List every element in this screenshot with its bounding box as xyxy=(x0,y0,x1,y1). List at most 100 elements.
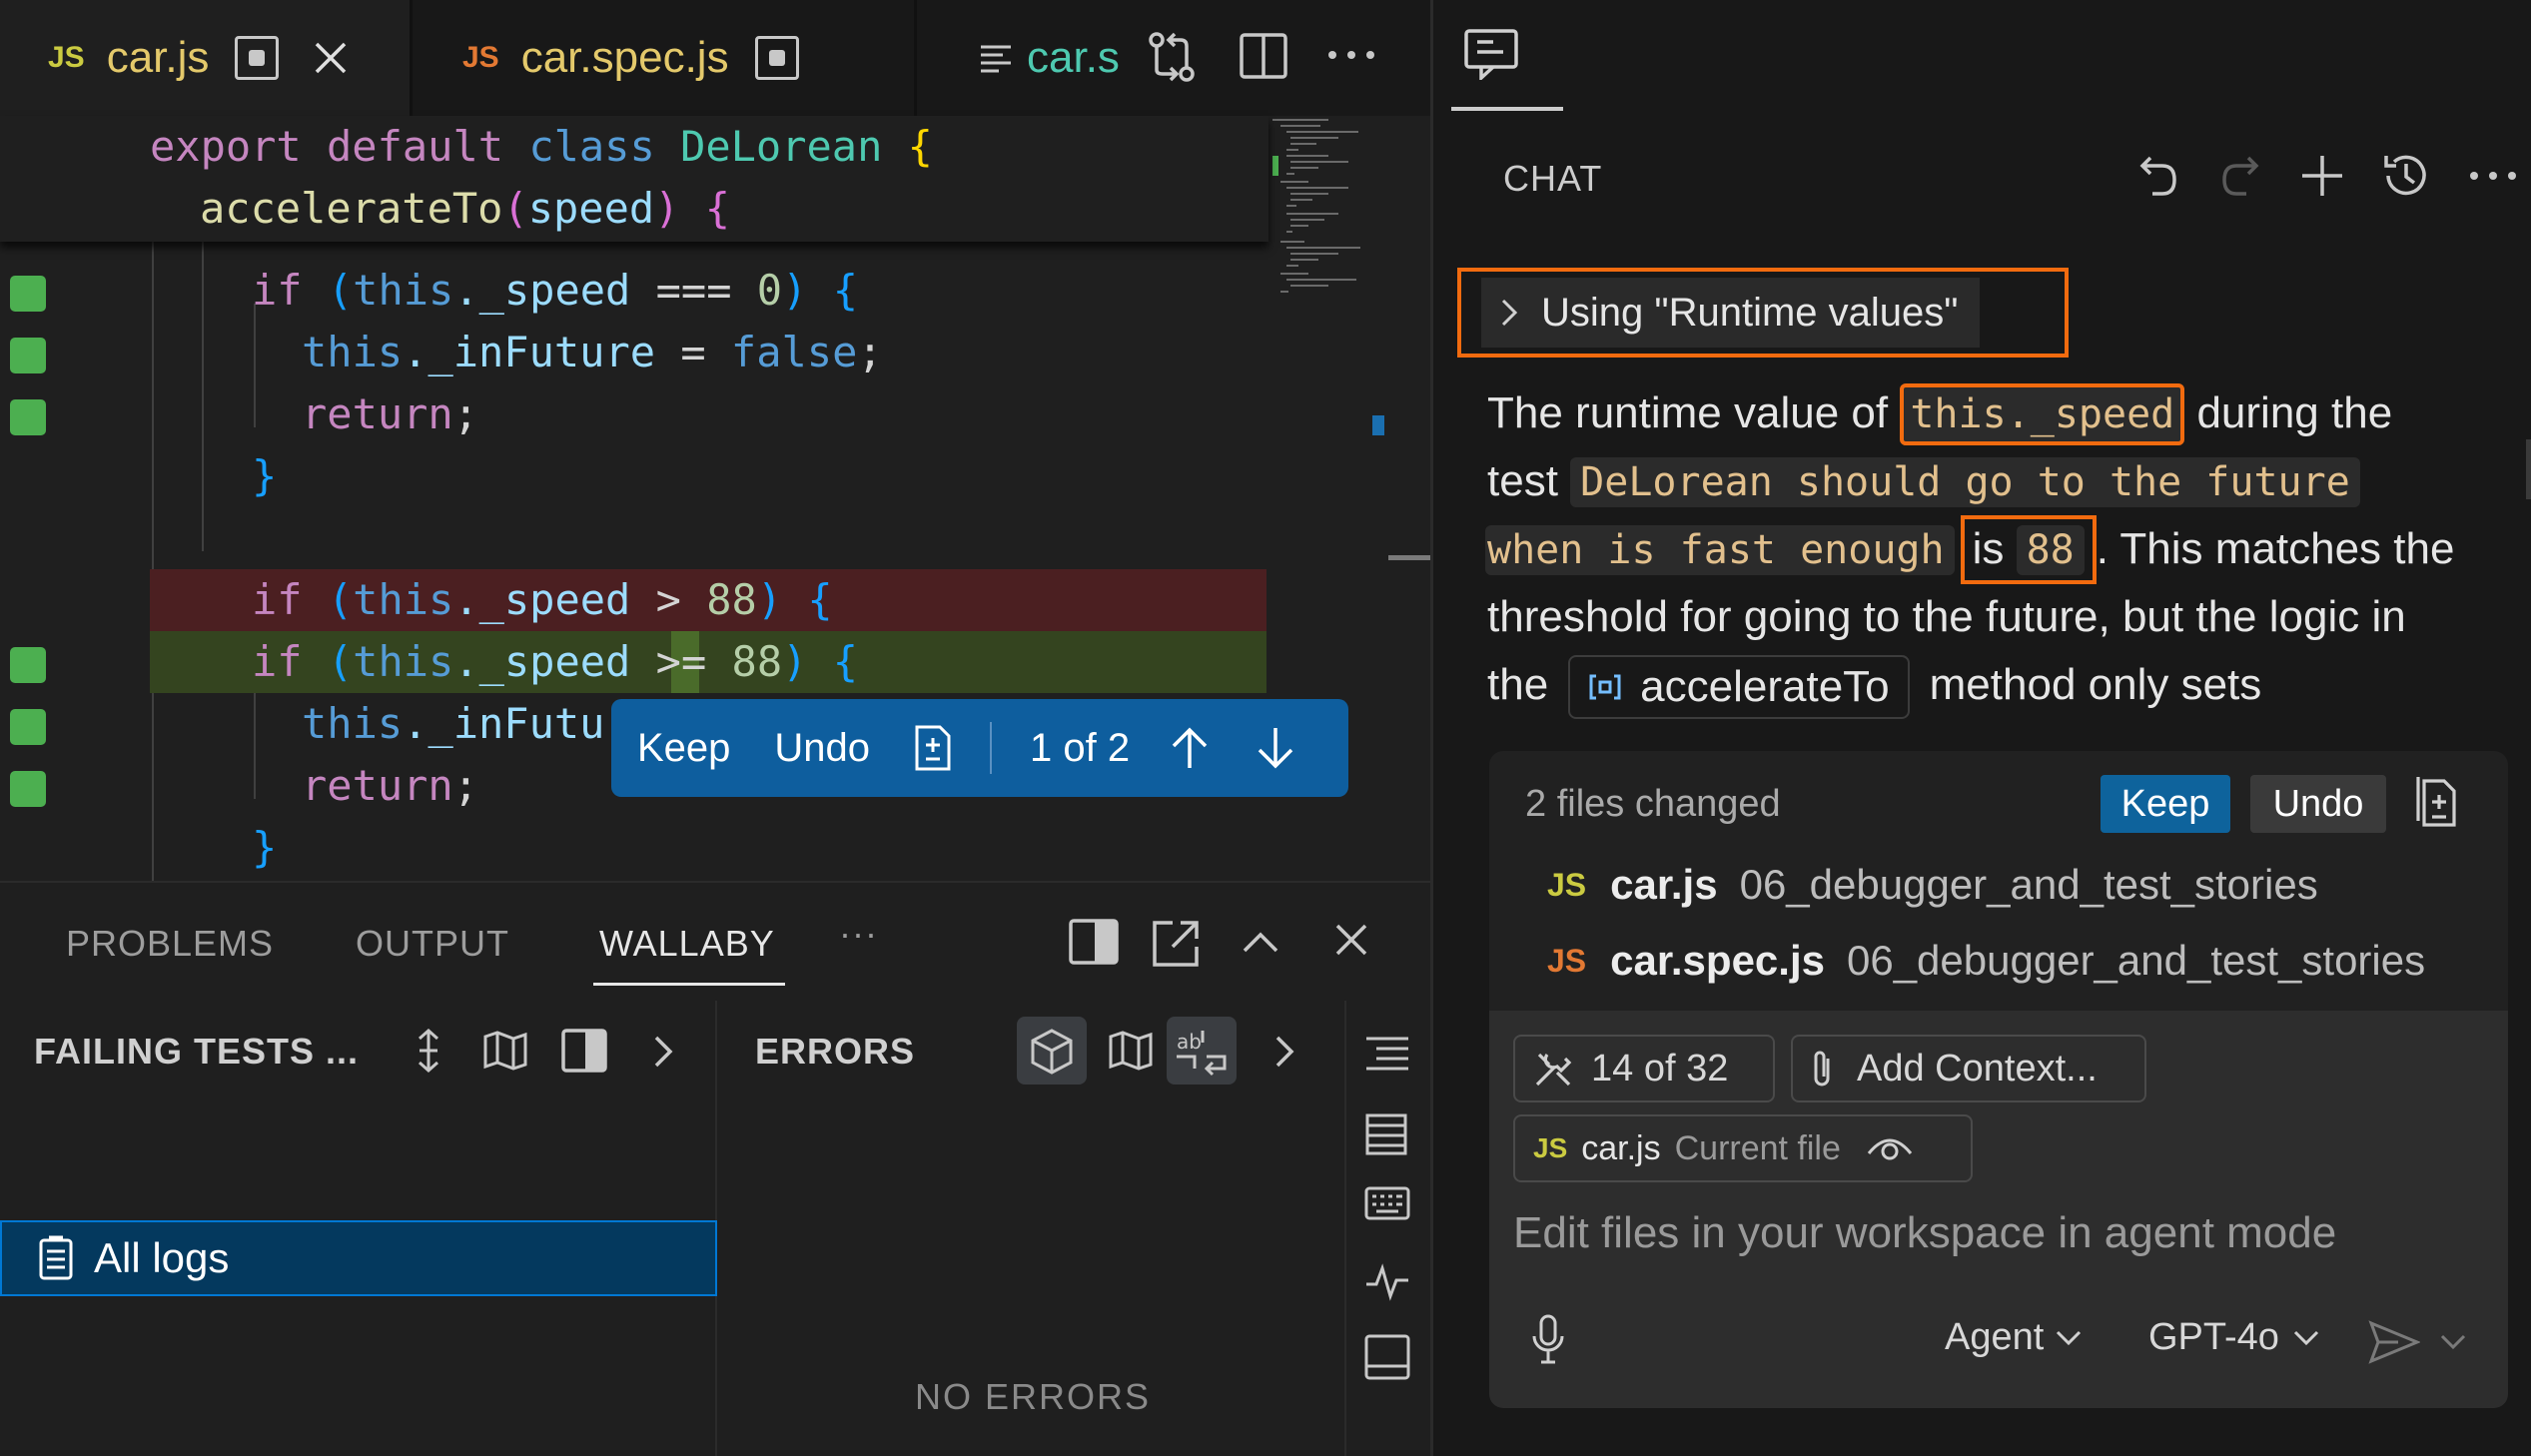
eye-icon[interactable] xyxy=(1867,1133,1913,1163)
chevron-down-icon xyxy=(2293,1330,2319,1346)
undo-icon[interactable] xyxy=(2138,150,2178,200)
history-icon[interactable] xyxy=(2380,150,2432,202)
response-line: The runtime value of this._speed during … xyxy=(1487,379,2392,447)
word-wrap-icon[interactable]: ab xyxy=(1167,1017,1237,1085)
all-logs-item[interactable]: All logs xyxy=(0,1220,717,1296)
code-line: } xyxy=(252,451,278,500)
paperclip-icon xyxy=(1811,1049,1833,1089)
wallaby-side-toolbar xyxy=(1348,1001,1430,1456)
added-line-marker[interactable] xyxy=(10,647,46,683)
files-changed-title: 2 files changed xyxy=(1525,783,1781,825)
change-counter: 1 of 2 xyxy=(1030,725,1131,770)
chat-icon[interactable] xyxy=(1463,28,1519,80)
toggle-panel-layout-icon[interactable] xyxy=(1069,919,1119,965)
js-file-icon: JS xyxy=(1547,942,1587,979)
split-editor-icon[interactable] xyxy=(1239,32,1288,80)
errors-view: ERRORS ab NO ERRORS xyxy=(719,1001,1346,1456)
tab-car-spec-js[interactable]: JS car.spec.js xyxy=(415,0,914,116)
tab-wallaby[interactable]: WALLABY xyxy=(599,923,775,965)
changed-file-item[interactable]: JS car.js 06_debugger_and_test_stories xyxy=(1547,861,2318,909)
keep-all-button[interactable]: Keep xyxy=(2101,775,2230,833)
redo-icon[interactable] xyxy=(2220,150,2260,200)
list-view-icon[interactable] xyxy=(1364,1112,1408,1156)
toggle-sidebar-icon[interactable] xyxy=(561,1029,607,1073)
code-line: return; xyxy=(302,389,479,438)
code-line: this._inFuture = false; xyxy=(302,328,883,376)
send-icon[interactable] xyxy=(2368,1320,2420,1364)
list-icon xyxy=(979,41,1013,75)
current-file-context[interactable]: JS car.js Current file xyxy=(1513,1114,1973,1182)
undo-all-button[interactable]: Undo xyxy=(2250,775,2386,833)
chat-panel: CHAT Using "Runtime values" The runtime … xyxy=(1430,0,2531,1456)
keep-button[interactable]: Keep xyxy=(637,726,730,771)
editor-scrollbar[interactable] xyxy=(1388,116,1430,881)
tools-picker[interactable]: 14 of 32 xyxy=(1513,1035,1775,1102)
arrow-down-icon[interactable] xyxy=(1256,726,1295,770)
all-logs-label: All logs xyxy=(94,1234,230,1281)
open-in-new-window-icon[interactable] xyxy=(1151,919,1201,969)
tab-car-js[interactable]: JS car.js xyxy=(0,0,410,116)
collapse-all-icon[interactable] xyxy=(414,1029,443,1073)
inline-code: when is fast enough xyxy=(1485,525,1955,575)
chat-scrollbar[interactable] xyxy=(2526,439,2531,499)
map-icon[interactable] xyxy=(483,1031,527,1071)
package-icon[interactable] xyxy=(1017,1017,1087,1085)
maximize-panel-icon[interactable] xyxy=(1241,929,1280,953)
chevron-right-icon xyxy=(1501,299,1517,327)
undo-button[interactable]: Undo xyxy=(774,726,870,771)
added-line-marker[interactable] xyxy=(10,709,46,745)
chevron-right-icon[interactable] xyxy=(653,1035,673,1069)
changed-file-item[interactable]: JS car.spec.js 06_debugger_and_test_stor… xyxy=(1547,937,2425,985)
tab-label: car.s xyxy=(1027,33,1120,82)
chevron-right-icon[interactable] xyxy=(1274,1035,1294,1069)
response-line: test DeLorean should go to the future xyxy=(1487,447,2360,515)
symbol-reference[interactable]: accelerateTo xyxy=(1568,655,1910,720)
added-line-marker[interactable] xyxy=(10,276,46,312)
tab-car-spec-preview[interactable]: car.s xyxy=(919,0,1139,116)
tab-output[interactable]: OUTPUT xyxy=(356,923,509,965)
pulse-icon[interactable] xyxy=(1364,1262,1410,1302)
arrow-up-icon[interactable] xyxy=(1170,726,1210,770)
no-errors-message: NO ERRORS xyxy=(914,1376,1152,1417)
code-line: } xyxy=(252,823,278,872)
model-dropdown[interactable]: GPT-4o xyxy=(2148,1316,2319,1359)
using-tool-reference[interactable]: Using "Runtime values" xyxy=(1457,268,2069,358)
chat-view-header xyxy=(1433,0,2531,112)
editor-area: JS car.js JS car.spec.js car.s export de… xyxy=(0,0,1430,1456)
outline-icon[interactable] xyxy=(1364,1035,1410,1075)
chevron-down-icon xyxy=(2056,1330,2082,1346)
close-panel-icon[interactable] xyxy=(1334,923,1368,957)
compare-changes-icon[interactable] xyxy=(1147,30,1199,84)
svg-text:ab: ab xyxy=(1177,1030,1202,1054)
log-list-icon xyxy=(38,1235,74,1281)
code-line-deleted: if (this._speed > 88) { xyxy=(252,575,833,624)
more-actions-icon[interactable] xyxy=(1326,40,1376,70)
chevron-down-icon[interactable] xyxy=(2440,1334,2466,1350)
added-line-marker[interactable] xyxy=(10,338,46,373)
add-context-button[interactable]: Add Context... xyxy=(1791,1035,2146,1102)
tab-problems[interactable]: PROBLEMS xyxy=(66,923,274,965)
more-actions-icon[interactable] xyxy=(2468,168,2518,184)
active-view-indicator xyxy=(1451,107,1563,111)
chat-input-box[interactable]: 14 of 32 Add Context... JS car.js Curren… xyxy=(1489,1011,2508,1408)
view-diff-icon[interactable] xyxy=(2414,773,2462,829)
tab-label: car.js xyxy=(106,33,210,82)
modified-indicator-icon xyxy=(235,36,280,80)
diff-file-icon[interactable] xyxy=(914,724,952,772)
keyboard-icon[interactable] xyxy=(1364,1186,1410,1220)
more-tabs-button[interactable]: ··· xyxy=(839,913,878,955)
panel-bottom-icon[interactable] xyxy=(1364,1334,1410,1380)
chat-input-placeholder[interactable]: Edit files in your workspace in agent mo… xyxy=(1513,1208,2336,1258)
microphone-icon[interactable] xyxy=(1531,1314,1565,1364)
close-icon[interactable] xyxy=(313,40,349,76)
failing-tests-title: FAILING TESTS ... xyxy=(34,1031,360,1072)
added-line-marker[interactable] xyxy=(10,771,46,807)
added-line-marker[interactable] xyxy=(10,399,46,435)
mode-dropdown[interactable]: Agent xyxy=(1945,1316,2082,1359)
map-icon[interactable] xyxy=(1109,1031,1153,1071)
inline-code: this._speed xyxy=(1900,383,2185,445)
inline-code: DeLorean should go to the future xyxy=(1570,457,2360,507)
new-chat-icon[interactable] xyxy=(2300,154,2344,198)
js-file-icon: JS xyxy=(48,41,85,74)
js-file-icon: JS xyxy=(1533,1132,1568,1163)
